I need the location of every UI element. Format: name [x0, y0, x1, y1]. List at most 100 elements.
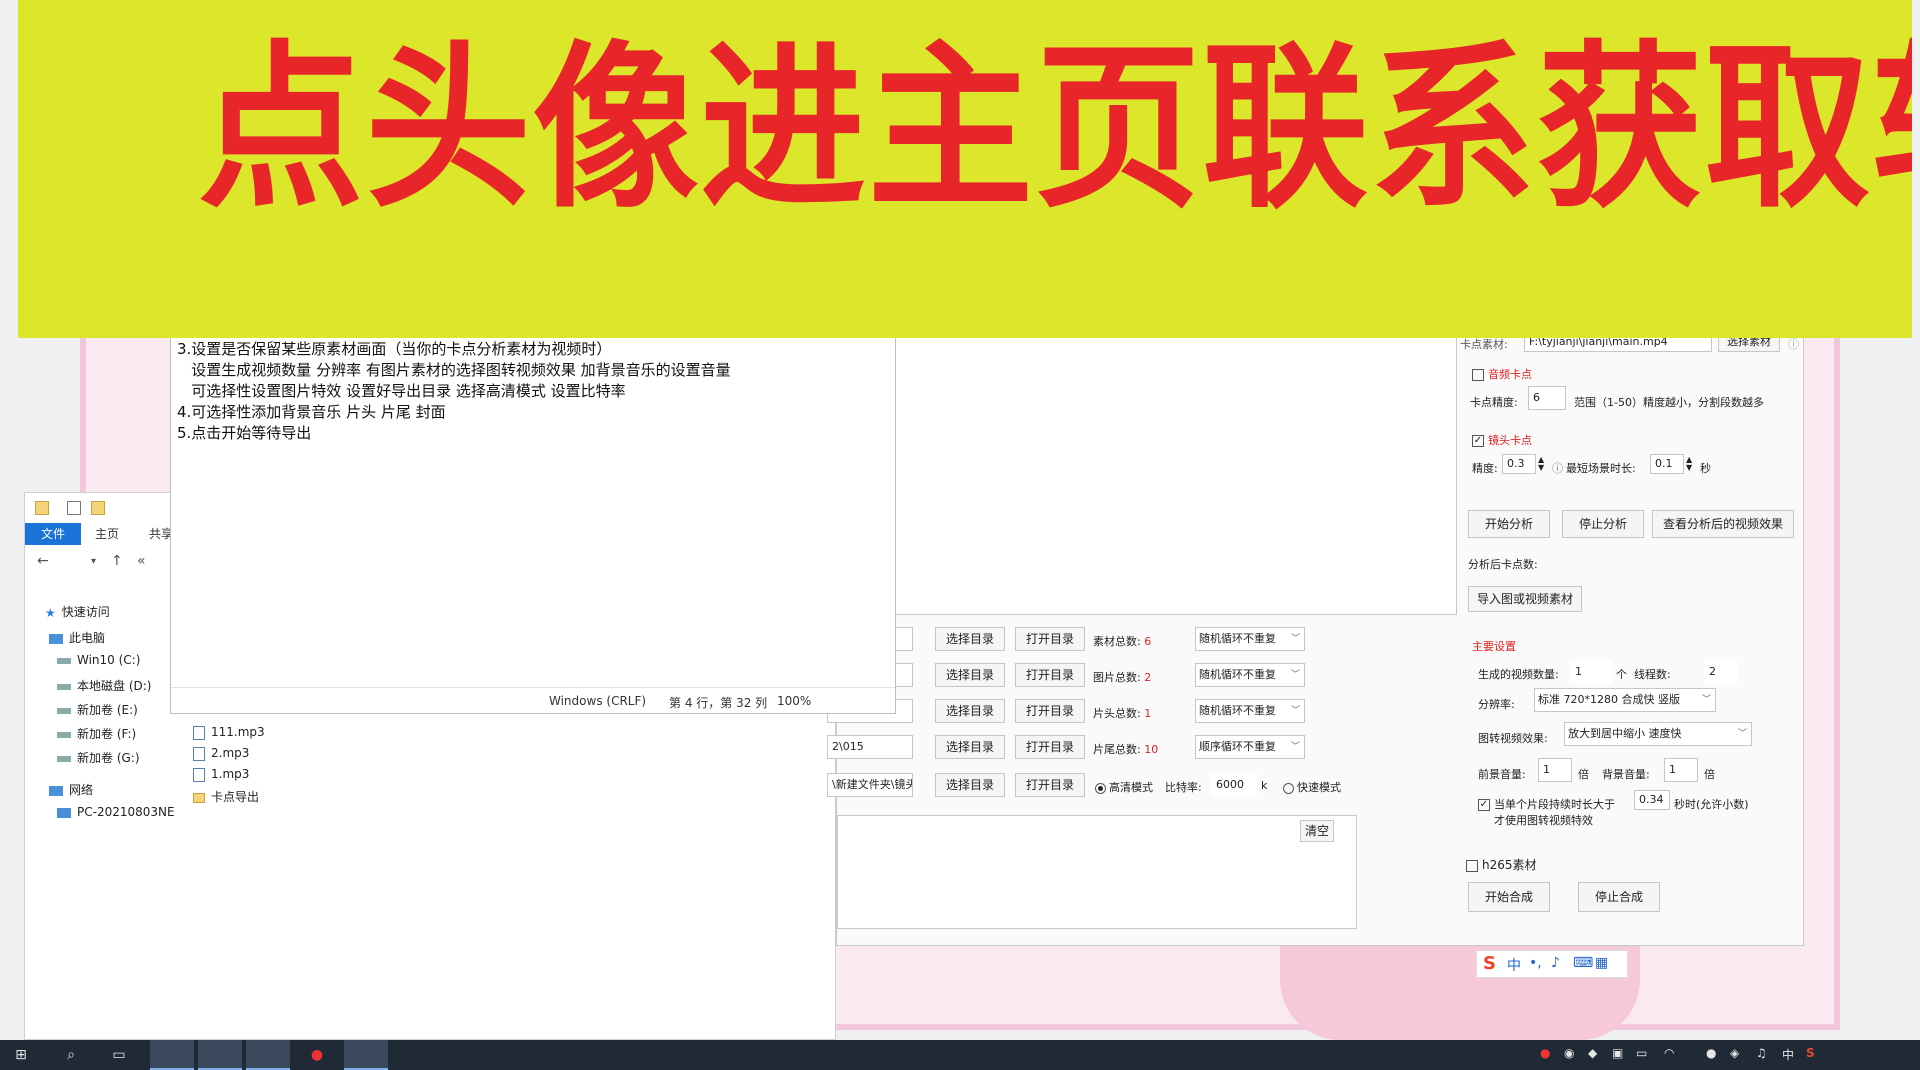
properties-icon[interactable]	[67, 501, 81, 515]
open-dir-button[interactable]: 打开目录	[1015, 735, 1085, 759]
chevron-down-icon: ﹀	[1290, 706, 1300, 716]
open-dir-button[interactable]: 打开目录	[1015, 663, 1085, 687]
chevron-down-icon[interactable]: ▾	[91, 556, 96, 567]
tab-home[interactable]: 主页	[95, 523, 119, 545]
select-dir-button[interactable]: 选择目录	[935, 627, 1005, 651]
sogou-logo-icon[interactable]: S	[1483, 953, 1496, 974]
wifi-icon[interactable]: ◠	[1664, 1046, 1674, 1060]
tree-item-drive-e[interactable]: 新加卷 (E:)	[57, 701, 138, 718]
precision-input[interactable]: 6	[1528, 386, 1566, 410]
resolution-label: 分辨率:	[1478, 698, 1515, 711]
tab-file[interactable]: 文件	[25, 523, 81, 545]
tray-language[interactable]: 中	[1782, 1046, 1794, 1063]
h265-checkbox[interactable]: h265素材	[1466, 856, 1537, 873]
tree-item-drive-c[interactable]: Win10 (C:)	[57, 653, 140, 667]
single-clip-input[interactable]: 0.34	[1634, 790, 1670, 810]
star-icon: ★	[45, 605, 56, 620]
log-output[interactable]: 清空	[837, 815, 1357, 929]
tree-item-drive-d[interactable]: 本地磁盘 (D:)	[57, 677, 151, 694]
outro-path-field[interactable]: 2\015	[827, 735, 913, 759]
min-scene-input[interactable]: 0.1	[1650, 454, 1684, 474]
fast-mode-radio[interactable]: 快速模式	[1283, 779, 1341, 795]
lens-beat-checkbox[interactable]: ✓ 镜头卡点	[1472, 432, 1532, 448]
taskbar-app-explorer[interactable]	[198, 1040, 242, 1070]
view-effect-button[interactable]: 查看分析后的视频效果	[1652, 510, 1794, 538]
grid-menu-icon[interactable]: ▦	[1595, 955, 1608, 971]
bg-volume-input[interactable]: 1	[1664, 758, 1698, 782]
tree-item-drive-g[interactable]: 新加卷 (G:)	[57, 749, 140, 766]
resolution-select[interactable]: 标准 720*1280 合成快 竖版 ﹀	[1534, 688, 1716, 712]
effect-select[interactable]: 放大到居中缩小 速度快 ﹀	[1564, 722, 1752, 746]
video-count-input[interactable]: 1	[1570, 660, 1612, 684]
single-clip-checkbox[interactable]: ✓ 当单个片段持续时长大于	[1478, 796, 1615, 812]
new-folder-icon[interactable]	[91, 501, 105, 515]
up-arrow-icon[interactable]: ↑	[111, 553, 123, 569]
tree-item-network[interactable]: 网络	[49, 781, 93, 798]
outro-order-select[interactable]: 顺序循环不重复 ﹀	[1195, 735, 1305, 759]
tree-item-this-pc[interactable]: 此电脑	[49, 629, 105, 646]
intro-order-select[interactable]: 随机循环不重复 ﹀	[1195, 699, 1305, 723]
bitrate-unit: k	[1261, 779, 1268, 792]
tree-item-quick-access[interactable]: ★ 快速访问	[45, 603, 110, 620]
spinner-icon[interactable]: ▲ ▼	[1538, 456, 1544, 472]
search-icon[interactable]: ⌕	[60, 1044, 82, 1066]
microphone-icon[interactable]: ♪	[1551, 955, 1560, 971]
audio-beat-checkbox[interactable]: 音频卡点	[1472, 366, 1532, 382]
open-dir-button[interactable]: 打开目录	[1015, 627, 1085, 651]
folder-icon[interactable]	[35, 501, 49, 515]
tree-item-drive-f[interactable]: 新加卷 (F:)	[57, 725, 136, 742]
sogou-tray-icon[interactable]: S	[1806, 1046, 1815, 1060]
windows-start-icon[interactable]: ⊞	[10, 1044, 32, 1066]
drive-icon	[57, 683, 71, 690]
open-export-dir-button[interactable]: 打开目录	[1015, 773, 1085, 797]
task-view-icon[interactable]: ▭	[108, 1044, 130, 1066]
start-compose-button[interactable]: 开始合成	[1468, 882, 1550, 912]
notepad-text-area[interactable]: 3.设置是否保留某些原素材画面（当你的卡点分析素材为视频时） 设置生成视频数量 …	[177, 339, 731, 444]
stop-compose-button[interactable]: 停止合成	[1578, 882, 1660, 912]
battery-icon[interactable]: ▭	[1636, 1046, 1647, 1060]
fg-volume-unit: 倍	[1578, 768, 1589, 781]
taskbar-app-editor[interactable]	[344, 1040, 388, 1070]
lens-precision-input[interactable]: 0.3	[1502, 454, 1536, 474]
tray-app-icon[interactable]: ▣	[1612, 1046, 1623, 1060]
list-item[interactable]: 2.mp3	[193, 746, 249, 761]
bitrate-input[interactable]: 6000	[1211, 773, 1257, 797]
ime-language[interactable]: 中	[1507, 955, 1521, 975]
list-item[interactable]: 1.mp3	[193, 767, 249, 782]
browser-tray-icon[interactable]: ◉	[1564, 1046, 1574, 1060]
select-dir-button[interactable]: 选择目录	[935, 699, 1005, 723]
start-analysis-button[interactable]: 开始分析	[1468, 510, 1550, 538]
path-overflow-icon[interactable]: «	[137, 553, 146, 569]
material-order-select[interactable]: 随机循环不重复 ﹀	[1195, 627, 1305, 651]
clear-button[interactable]: 清空	[1300, 820, 1334, 842]
list-item[interactable]: 卡点导出	[193, 788, 259, 805]
punctuation-icon[interactable]: •,	[1529, 955, 1542, 971]
select-dir-button[interactable]: 选择目录	[935, 663, 1005, 687]
threads-input[interactable]: 2	[1704, 660, 1738, 684]
keyboard-icon[interactable]: ⌨	[1573, 955, 1593, 971]
list-item[interactable]: 111.mp3	[193, 725, 265, 740]
back-arrow-icon[interactable]: ←	[37, 553, 49, 569]
tray-app-icon-2[interactable]: ●	[1706, 1046, 1716, 1060]
taskbar-app-notepad[interactable]	[246, 1040, 290, 1070]
tree-item-pc[interactable]: PC-20210803NE	[57, 805, 175, 819]
image-order-select[interactable]: 随机循环不重复 ﹀	[1195, 663, 1305, 687]
volume-icon[interactable]: ♫	[1756, 1046, 1767, 1060]
import-material-button[interactable]: 导入图或视频素材	[1468, 586, 1582, 612]
stop-analysis-button[interactable]: 停止分析	[1562, 510, 1644, 538]
select-export-dir-button[interactable]: 选择目录	[935, 773, 1005, 797]
spinner-icon[interactable]: ▲ ▼	[1686, 456, 1692, 472]
open-dir-button[interactable]: 打开目录	[1015, 699, 1085, 723]
material-label: 卡点素材:	[1460, 338, 1508, 351]
shield-icon[interactable]: ◆	[1588, 1046, 1597, 1060]
network-tray-icon[interactable]: ◈	[1730, 1046, 1739, 1060]
hd-mode-radio[interactable]: 高清模式	[1095, 779, 1153, 795]
export-path-field[interactable]: \新建文件夹\镜头	[827, 773, 913, 797]
bg-volume-unit: 倍	[1704, 768, 1715, 781]
material-list[interactable]	[837, 331, 1457, 615]
record-tray-icon[interactable]: ●	[1540, 1046, 1550, 1060]
record-icon[interactable]: ●	[306, 1044, 328, 1066]
fg-volume-input[interactable]: 1	[1538, 758, 1572, 782]
select-dir-button[interactable]: 选择目录	[935, 735, 1005, 759]
taskbar-app-browser[interactable]	[150, 1040, 194, 1070]
